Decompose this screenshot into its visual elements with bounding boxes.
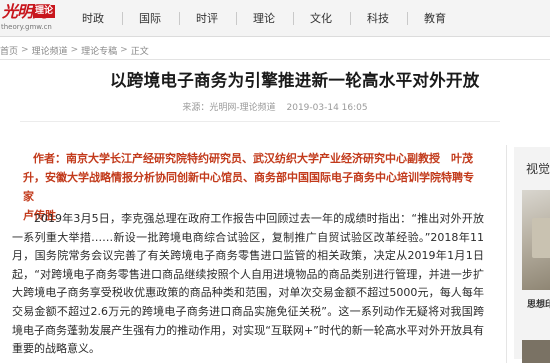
nav-item-label: 时评	[196, 12, 218, 25]
nav-item-politics[interactable]: 时政	[66, 0, 123, 36]
nav-item-label: 教育	[424, 12, 446, 25]
author-line: 作者：南京大学长江产经研究院特约研究员、武汉纺织大学产业经济研究中心副教授 叶茂	[33, 152, 473, 165]
nav-item-label: 文化	[310, 12, 332, 25]
article-date: 2019-03-14 16:05	[286, 103, 368, 113]
nav-item-label: 国际	[139, 12, 161, 25]
breadcrumb-separator: >	[120, 45, 128, 55]
nav-item-theory[interactable]: 理论	[237, 0, 294, 36]
sidebar-thumbnail-2[interactable]	[522, 340, 550, 363]
nav-item-label: 科技	[367, 12, 389, 25]
thumbnail-figure	[532, 218, 550, 258]
site-logo[interactable]: 光明网 理论 theory.gmw.cn	[0, 1, 56, 33]
breadcrumb-separator: >	[70, 45, 79, 55]
article-title: 以跨境电子商务为引擎推进新一轮高水平对外开放	[110, 71, 480, 90]
meta-divider	[20, 121, 500, 122]
article-meta: 来源：光明网-理论频道 2019-03-14 16:05	[0, 100, 550, 113]
sidebar-caption[interactable]: 思想印	[527, 297, 550, 310]
nav-item-culture[interactable]: 文化	[294, 0, 351, 36]
breadcrumb: 首页 > 理论频道 > 理论专稿 > 正文	[0, 43, 149, 57]
breadcrumb-current: 正文	[130, 46, 149, 57]
logo-url: theory.gmw.cn	[1, 23, 52, 31]
breadcrumb-home[interactable]: 首页	[0, 44, 18, 57]
breadcrumb-separator: >	[21, 45, 29, 55]
breadcrumb-theory-articles[interactable]: 理论专稿	[81, 44, 117, 57]
main-nav: 时政 国际 时评 理论 文化 科技 教育	[66, 0, 464, 36]
article-source[interactable]: 来源：光明网-理论频道	[182, 103, 275, 113]
sidebar-heading: 视觉	[526, 162, 550, 176]
sidebar-divider	[506, 145, 507, 363]
author-line: 升，安徽大学战略情报分析协同创新中心馆员、商务部中国国际电子商务中心培训学院特聘…	[23, 171, 474, 203]
top-navigation-bar: 光明网 理论 theory.gmw.cn 时政 国际 时评 理论 文化 科技 教…	[0, 0, 550, 37]
nav-item-technology[interactable]: 科技	[351, 0, 408, 36]
logo-channel-badge: 理论	[33, 5, 56, 18]
breadcrumb-theory-channel[interactable]: 理论频道	[32, 44, 68, 57]
sidebar-thumbnail[interactable]	[522, 190, 550, 290]
article-body: 2019年3月5日，李克强总理在政府工作报告中回顾过去一年的成绩时指出：“推出对…	[0, 210, 484, 359]
nav-item-commentary[interactable]: 时评	[180, 0, 237, 36]
nav-item-education[interactable]: 教育	[408, 0, 464, 36]
nav-item-international[interactable]: 国际	[123, 0, 180, 36]
nav-item-label: 时政	[82, 12, 104, 25]
breadcrumb-divider	[0, 59, 550, 60]
nav-item-label: 理论	[253, 12, 275, 25]
article-paragraph: 2019年3月5日，李克强总理在政府工作报告中回顾过去一年的成绩时指出：“推出对…	[12, 212, 484, 356]
